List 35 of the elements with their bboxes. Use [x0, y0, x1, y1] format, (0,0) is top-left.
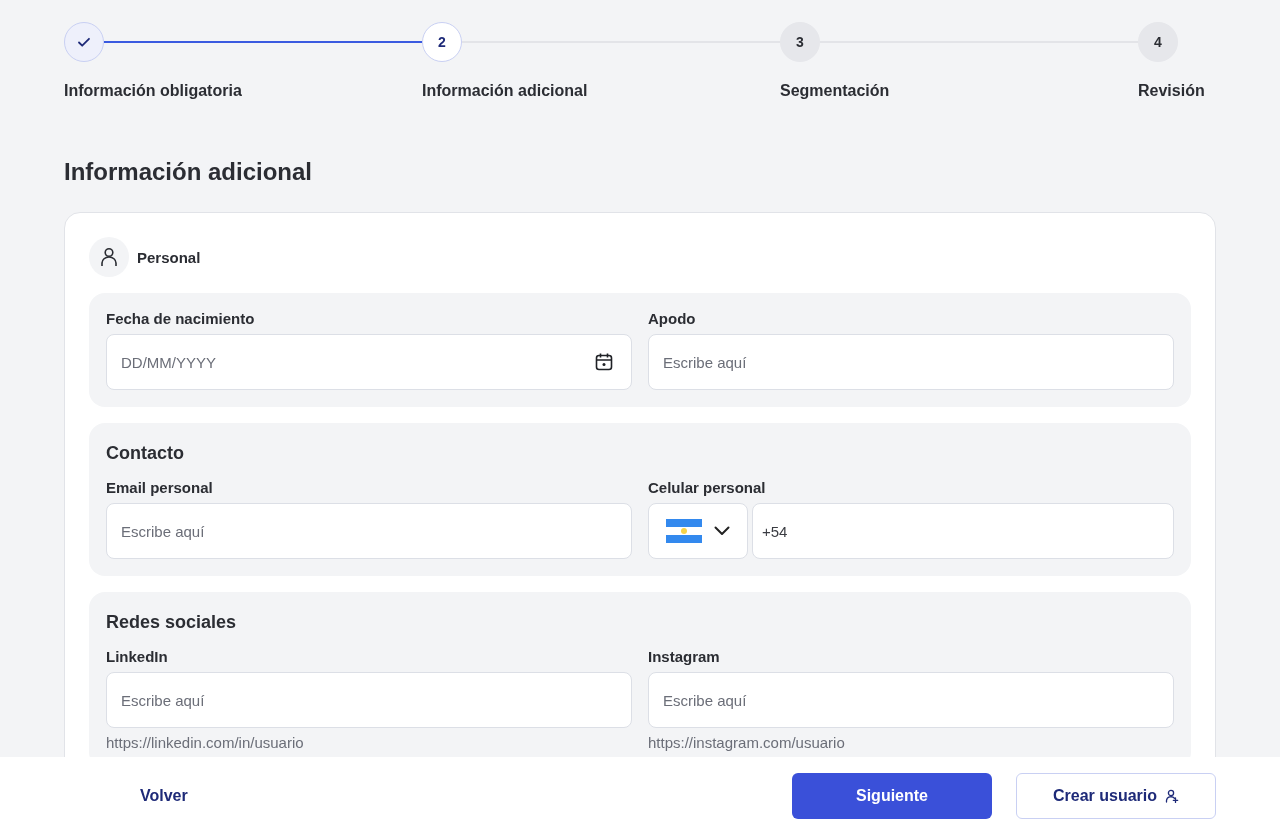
text-input[interactable]: Escribe aquí — [106, 672, 632, 728]
flag-icon — [666, 519, 702, 543]
section-heading: Redes sociales — [106, 612, 238, 633]
step-label: Revisión — [1138, 82, 1205, 100]
text-input[interactable]: Escribe aquí — [648, 672, 1174, 728]
back-link[interactable]: Volver — [140, 781, 188, 811]
phone-input[interactable]: +54 — [752, 503, 1174, 559]
section-heading: Contacto — [106, 443, 185, 464]
next-button[interactable]: Siguiente — [792, 773, 992, 819]
page-title: Información adicional — [64, 158, 314, 186]
field-label: Instagram — [648, 648, 721, 665]
step-label: Segmentación — [780, 82, 891, 100]
date-field[interactable]: DD/MM/YYYY — [106, 334, 632, 390]
section-title: Personal — [137, 248, 201, 266]
step-label: Información obligatoria — [64, 82, 243, 100]
step-indicator: 3 — [780, 22, 820, 62]
field-label: Celular personal — [648, 479, 767, 496]
calendar-icon — [594, 352, 614, 372]
text-input[interactable]: Escribe aquí — [106, 503, 632, 559]
create-user-button[interactable]: Crear usuario — [1016, 773, 1216, 819]
field-label: Apodo — [648, 310, 697, 327]
step-indicator: 2 — [422, 22, 462, 62]
person-icon — [89, 237, 129, 277]
helper-text: https://instagram.com/usuario — [648, 734, 846, 751]
user-add-icon — [1165, 789, 1179, 803]
field-label: Fecha de nacimiento — [106, 310, 256, 327]
chevron-down-icon — [714, 526, 730, 536]
check-icon — [77, 35, 91, 49]
field-label: LinkedIn — [106, 648, 169, 665]
field-label: Email personal — [106, 479, 214, 496]
helper-text: https://linkedin.com/in/usuario — [106, 734, 305, 751]
text-input[interactable]: Escribe aquí — [648, 334, 1174, 390]
country-select[interactable] — [648, 503, 748, 559]
step-indicator: 4 — [1138, 22, 1178, 62]
step-label: Información adicional — [422, 82, 589, 100]
